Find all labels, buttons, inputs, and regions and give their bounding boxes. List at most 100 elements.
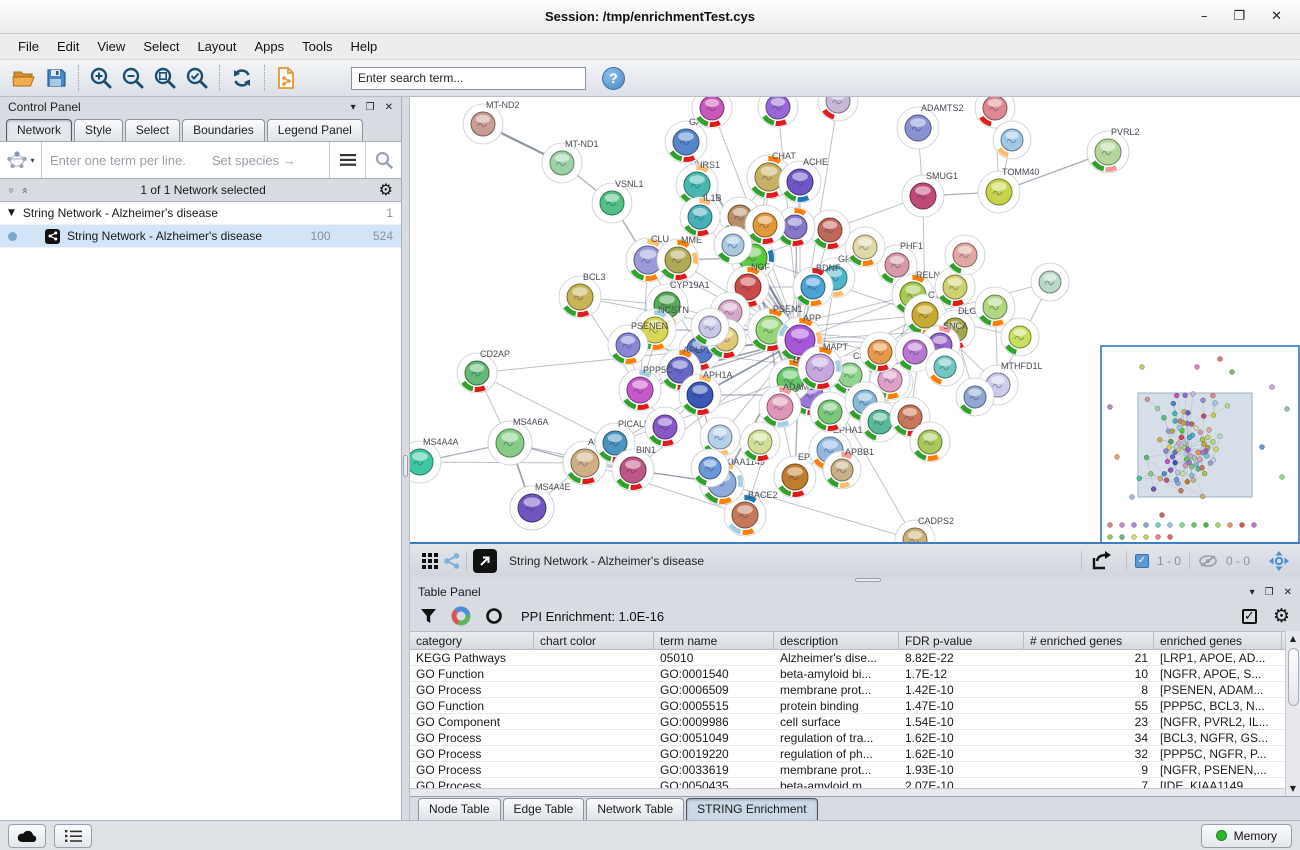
column-header[interactable]: chart color — [534, 632, 654, 649]
protein-node[interactable]: ADAMTS2 — [897, 103, 964, 149]
vertical-scrollbar[interactable]: ▲ ▼ — [1285, 631, 1300, 796]
menu-apps[interactable]: Apps — [247, 36, 293, 57]
column-header[interactable]: FDR p-value — [899, 632, 1024, 649]
table-row[interactable]: GO ProcessGO:0050435beta-amyloid m...2.0… — [410, 778, 1285, 788]
network-collection-row[interactable]: ▼ String Network - Alzheimer's disease 1 — [0, 202, 401, 225]
horizontal-scrollbar[interactable] — [410, 788, 1285, 796]
zoom-in-button[interactable] — [85, 63, 117, 93]
task-history-button[interactable] — [54, 824, 92, 848]
tab-network-table[interactable]: Network Table — [586, 798, 684, 820]
close-button[interactable]: ✕ — [1271, 9, 1282, 24]
updates-button[interactable] — [8, 824, 46, 848]
protein-node[interactable] — [845, 227, 885, 267]
protein-node[interactable] — [691, 449, 729, 487]
expand-all-icon[interactable]: » — [5, 187, 18, 194]
column-header[interactable]: # enriched genes — [1024, 632, 1154, 649]
share-view-icon[interactable] — [444, 553, 460, 569]
network-canvas[interactable]: MT-ND2MT-ND1VSNL1GAB2IRS1CHATACHETOMM40S… — [410, 97, 1300, 542]
protein-node[interactable] — [956, 378, 994, 416]
column-header[interactable]: description — [774, 632, 899, 649]
panel-menu-icon[interactable]: ▾ — [1250, 587, 1255, 598]
tab-string-enrichment[interactable]: STRING Enrichment — [686, 798, 817, 820]
refresh-button[interactable] — [226, 63, 258, 93]
tab-edge-table[interactable]: Edge Table — [503, 798, 585, 820]
panel-menu-icon[interactable]: ▾ — [351, 102, 356, 113]
scroll-up-icon[interactable]: ▲ — [1290, 631, 1296, 646]
menu-view[interactable]: View — [89, 36, 133, 57]
protein-node[interactable] — [818, 97, 858, 121]
memory-button[interactable]: Memory — [1201, 824, 1292, 848]
protein-node[interactable] — [910, 422, 950, 462]
column-header[interactable]: enriched genes — [1154, 632, 1282, 649]
table-row[interactable]: GO FunctionGO:0005515protein binding1.47… — [410, 698, 1285, 714]
protein-node[interactable]: TOMM40 — [978, 167, 1039, 213]
protein-node[interactable] — [1031, 263, 1069, 301]
tab-network[interactable]: Network — [6, 119, 72, 141]
collapse-all-icon[interactable]: » — [18, 187, 31, 194]
protein-node[interactable] — [740, 422, 780, 462]
protein-node[interactable]: VSNL1 — [592, 179, 644, 223]
zoom-selected-button[interactable] — [181, 63, 213, 93]
tab-select[interactable]: Select — [125, 119, 180, 141]
network-row-selected[interactable]: String Network - Alzheimer's disease 100… — [0, 225, 401, 248]
ring-chart-icon[interactable] — [485, 607, 503, 625]
menu-edit[interactable]: Edit — [49, 36, 87, 57]
table-row[interactable]: GO ProcessGO:0006509membrane prot...1.42… — [410, 682, 1285, 698]
protein-node[interactable]: PVRL2 — [1087, 127, 1140, 173]
menu-file[interactable]: File — [10, 36, 47, 57]
column-header[interactable]: term name — [654, 632, 774, 649]
export-network-button[interactable] — [1081, 551, 1120, 571]
enrichment-settings-icon[interactable]: ⚙ — [1273, 607, 1290, 626]
open-file-button[interactable] — [8, 63, 40, 93]
scrollbar-thumb[interactable] — [1288, 648, 1299, 706]
menu-layout[interactable]: Layout — [189, 36, 244, 57]
splitter-handle[interactable] — [403, 455, 408, 477]
search-input[interactable] — [351, 67, 586, 90]
protein-node[interactable] — [860, 332, 900, 372]
grid-view-icon[interactable] — [422, 553, 438, 569]
protein-node[interactable]: CD2AP — [457, 349, 510, 393]
table-row[interactable]: GO ProcessGO:0019220regulation of ph...1… — [410, 746, 1285, 762]
protein-node[interactable] — [926, 348, 964, 386]
column-header[interactable]: category — [410, 632, 534, 649]
protein-node[interactable] — [975, 287, 1015, 327]
protein-node[interactable] — [810, 210, 850, 250]
horizontal-splitter[interactable] — [410, 577, 1300, 583]
float-panel-icon[interactable]: ❒ — [1265, 587, 1274, 598]
tab-boundaries[interactable]: Boundaries — [182, 119, 265, 141]
birdseye-toggle-button[interactable] — [1264, 550, 1294, 572]
protein-node[interactable] — [993, 121, 1031, 159]
pie-chart-icon[interactable] — [451, 606, 471, 626]
protein-node[interactable] — [1001, 318, 1039, 356]
protein-node[interactable] — [945, 235, 985, 275]
scroll-down-icon[interactable]: ▼ — [1290, 781, 1296, 796]
string-search-button[interactable] — [365, 142, 401, 178]
birdseye-view[interactable] — [1100, 345, 1300, 542]
maximize-button[interactable]: ❒ — [1233, 9, 1245, 24]
help-button[interactable]: ? — [602, 67, 625, 90]
protein-node[interactable]: BCL3 — [559, 272, 606, 318]
table-row[interactable]: GO ComponentGO:0009986cell surface1.54E-… — [410, 714, 1285, 730]
selected-checkbox-icon[interactable]: ✓ — [1135, 554, 1149, 568]
table-row[interactable]: GO ProcessGO:0051049regulation of tra...… — [410, 730, 1285, 746]
string-search-source[interactable]: ▾ — [0, 142, 42, 178]
string-query-input[interactable]: Enter one term per line. Set species → — [42, 153, 329, 168]
protein-node[interactable] — [691, 308, 729, 346]
table-row[interactable]: GO FunctionGO:0001540beta-amyloid bi...1… — [410, 666, 1285, 682]
select-terms-checkbox[interactable]: ✓ — [1242, 609, 1257, 624]
gear-icon[interactable]: ⚙ — [379, 182, 393, 198]
detach-view-button[interactable] — [473, 549, 497, 573]
protein-node[interactable]: MS4A4E — [510, 482, 571, 530]
vertical-splitter[interactable] — [402, 97, 410, 820]
table-row[interactable]: KEGG Pathways05010Alzheimer's dise...8.8… — [410, 650, 1285, 666]
menu-select[interactable]: Select — [135, 36, 187, 57]
protein-node[interactable] — [645, 407, 685, 447]
minimize-button[interactable]: – — [1201, 9, 1208, 24]
zoom-out-button[interactable] — [117, 63, 149, 93]
tab-legend-panel[interactable]: Legend Panel — [267, 119, 363, 141]
zoom-fit-button[interactable] — [149, 63, 181, 93]
tab-style[interactable]: Style — [74, 119, 123, 141]
protein-node[interactable] — [758, 97, 798, 127]
string-options-button[interactable] — [329, 142, 365, 178]
protein-node[interactable]: MS4A6A — [488, 417, 549, 465]
